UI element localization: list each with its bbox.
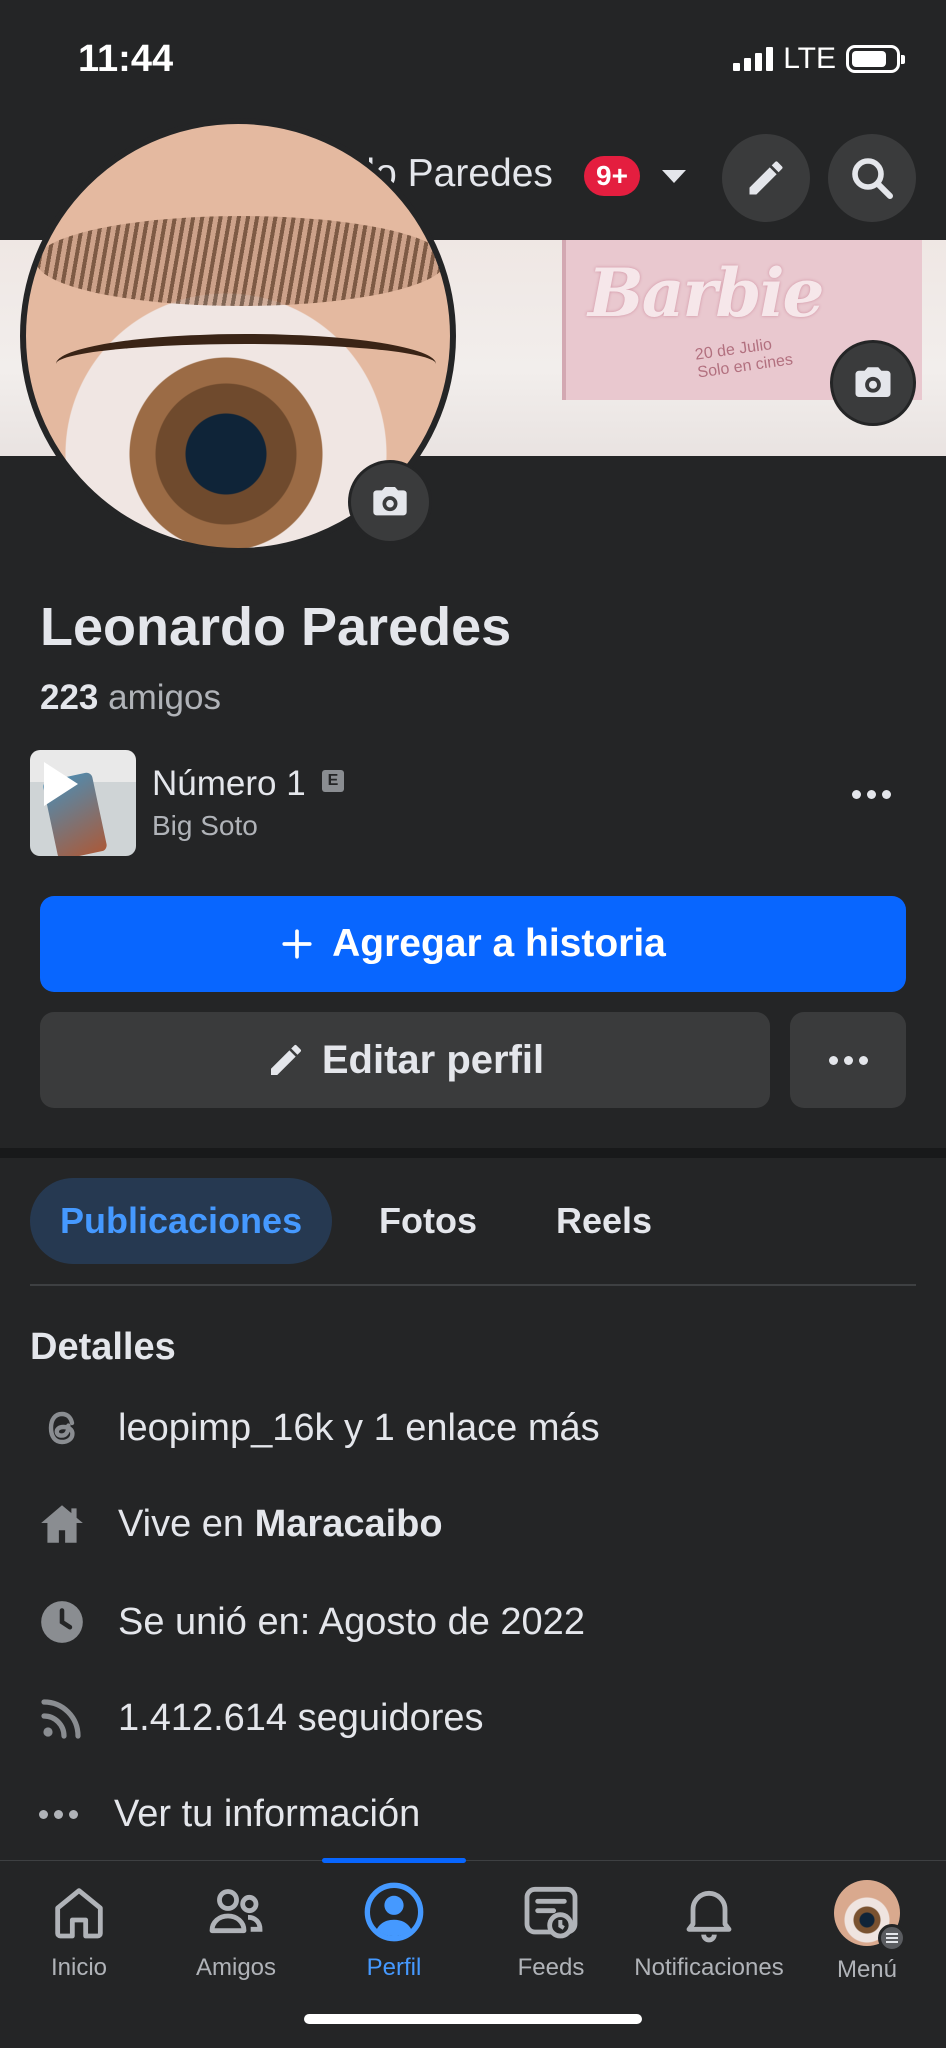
nav-item-inicio[interactable]: Inicio xyxy=(0,1880,158,1982)
more-horizontal-icon xyxy=(32,1788,84,1840)
detail-threads[interactable]: leopimp_16k y 1 enlace más xyxy=(36,1402,600,1454)
song-title[interactable]: Número 1 xyxy=(152,764,306,804)
details-title: Detalles xyxy=(30,1326,176,1368)
search-button[interactable] xyxy=(828,134,916,222)
cover-camera-button[interactable] xyxy=(830,340,916,426)
home-indicator xyxy=(304,2014,642,2024)
threads-icon xyxy=(36,1402,88,1454)
avatar-eyelid xyxy=(56,334,436,394)
network-label: LTE xyxy=(783,42,836,75)
status-time: 11:44 xyxy=(78,38,174,80)
nav-label-inicio: Inicio xyxy=(50,1954,108,1981)
followers-text: 1.412.614 seguidores xyxy=(118,1696,484,1739)
plus-icon xyxy=(282,929,312,959)
see-your-info[interactable]: Ver tu información xyxy=(32,1788,420,1840)
detail-lives-in: Vive en Maracaibo xyxy=(36,1498,443,1550)
more-icon xyxy=(828,1055,868,1065)
nav-item-menu[interactable]: Menú xyxy=(788,1880,946,1984)
add-to-story-button[interactable]: Agregar a historia xyxy=(40,896,906,992)
clock-icon xyxy=(36,1596,88,1648)
nav-label-menu: Menú xyxy=(836,1956,898,1983)
nav-item-amigos[interactable]: Amigos xyxy=(157,1880,315,1982)
friends-label: amigos xyxy=(108,678,221,717)
song-artist: Big Soto xyxy=(152,810,258,841)
nav-label-perfil: Perfil xyxy=(366,1954,422,1981)
nav-item-perfil[interactable]: Perfil xyxy=(315,1880,473,1982)
song-more-icon[interactable] xyxy=(852,790,891,799)
avatar-eyebrow xyxy=(36,216,446,306)
menu-avatar xyxy=(834,1880,906,1952)
camera-icon xyxy=(373,487,407,516)
friends-number: 223 xyxy=(40,678,99,717)
nav-label-notificaciones: Notificaciones xyxy=(634,1954,784,1981)
bell-icon xyxy=(686,1890,732,1943)
feeds-icon xyxy=(524,1886,578,1939)
nav-label-amigos: Amigos xyxy=(195,1954,277,1981)
tabs-divider xyxy=(30,1284,916,1286)
avatar-camera-button[interactable] xyxy=(348,460,432,544)
joined-text: Se unió en: Agosto de 2022 xyxy=(118,1600,585,1643)
play-icon[interactable] xyxy=(44,762,78,806)
explicit-badge: E xyxy=(322,770,344,792)
profile-name: Leonardo Paredes xyxy=(40,597,512,657)
signal-icon xyxy=(733,47,774,71)
battery-icon xyxy=(846,45,905,73)
friends-count[interactable]: 223 amigos xyxy=(40,678,221,718)
nav-label-feeds: Feeds xyxy=(517,1954,585,1981)
rss-icon xyxy=(36,1692,88,1744)
chevron-down-icon[interactable] xyxy=(662,170,686,183)
home-icon xyxy=(55,1888,103,1939)
profile-icon xyxy=(364,1882,424,1942)
more-options-button[interactable] xyxy=(790,1012,906,1108)
threads-text: leopimp_16k y 1 enlace más xyxy=(118,1406,600,1449)
menu-icon xyxy=(878,1924,906,1952)
status-indicators: LTE xyxy=(733,42,905,76)
section-divider xyxy=(0,1148,946,1158)
edit-profile-button[interactable]: Editar perfil xyxy=(40,1012,770,1108)
home-icon xyxy=(36,1498,88,1550)
nav-item-notificaciones[interactable]: Notificaciones xyxy=(630,1880,788,1982)
lives-in-text: Vive en Maracaibo xyxy=(118,1503,443,1546)
pencil-icon xyxy=(270,1044,301,1075)
lives-in-city: Maracaibo xyxy=(254,1502,443,1545)
tab-reels[interactable]: Reels xyxy=(556,1178,652,1264)
nav-active-indicator xyxy=(322,1858,466,1863)
tab-fotos[interactable]: Fotos xyxy=(379,1178,477,1264)
tab-publicaciones[interactable]: Publicaciones xyxy=(30,1178,333,1264)
friends-icon xyxy=(209,1889,263,1934)
search-icon xyxy=(852,158,893,199)
nav-item-feeds[interactable]: Feeds xyxy=(472,1880,630,1982)
add-to-story-label: Agregar a historia xyxy=(332,922,666,965)
notification-badge: 9+ xyxy=(584,156,640,196)
detail-followers[interactable]: 1.412.614 seguidores xyxy=(36,1692,484,1744)
lives-in-prefix: Vive en xyxy=(118,1502,255,1545)
song-artwork[interactable] xyxy=(30,750,136,856)
poster-title: Barbie xyxy=(588,254,825,332)
poster-subtitle: 20 de Julio Solo en cines xyxy=(694,333,794,382)
pencil-icon xyxy=(749,161,783,195)
edit-button[interactable] xyxy=(722,134,810,222)
edit-profile-label: Editar perfil xyxy=(321,1037,545,1082)
see-your-info-label: Ver tu información xyxy=(114,1792,421,1835)
camera-icon xyxy=(855,367,891,397)
detail-joined: Se unió en: Agosto de 2022 xyxy=(36,1596,585,1648)
